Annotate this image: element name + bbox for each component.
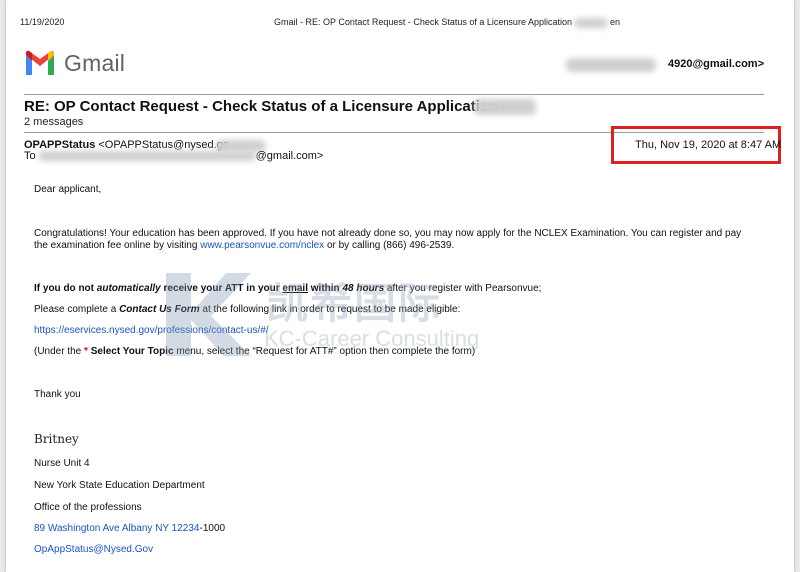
closing-thanks: Thank you (34, 389, 81, 400)
gmail-m-icon (26, 50, 54, 75)
watermark-chinese: 凯希国际 (266, 280, 443, 327)
contact-us-link[interactable]: https://eservices.nysed.gov/professions/… (34, 325, 269, 337)
message-date: Thu, Nov 19, 2020 at 8:47 AM (635, 139, 782, 151)
pearsonvue-link[interactable]: www.pearsonvue.com/nclex (200, 240, 324, 251)
paragraph-att: If you do not automatically receive your… (34, 283, 542, 294)
recipient-email: @gmail.com> (255, 150, 324, 162)
recipient: To @gmail.com> (24, 150, 323, 162)
signature-office: Office of the professions (34, 502, 142, 513)
print-date: 11/19/2020 (20, 17, 65, 27)
signature-unit: Nurse Unit 4 (34, 458, 90, 469)
required-asterisk: * (84, 346, 88, 357)
gmail-wordmark: Gmail (64, 49, 126, 76)
signature-email-link[interactable]: OpAppStatus@Nysed.Gov (34, 544, 153, 556)
paragraph-topic: (Under the * Select Your Topic menu, sel… (34, 346, 476, 357)
gmail-logo: Gmail (24, 49, 125, 77)
paragraph-approval: Congratulations! Your education has been… (34, 228, 742, 251)
print-title: Gmail - RE: OP Contact Request - Check S… (274, 17, 620, 28)
redaction-blur (566, 58, 656, 72)
redaction-blur (37, 151, 256, 162)
redaction-blur (474, 99, 536, 115)
message-count: 2 messages (24, 116, 84, 128)
signature-name: Britney (34, 432, 79, 446)
account-email: 4920@gmail.com> (667, 58, 764, 70)
paragraph-contact-form: Please complete a Contact Us Form at the… (34, 304, 461, 315)
address-link[interactable]: 89 Washington Ave Albany NY 12234 (34, 523, 200, 534)
to-label: To (24, 150, 36, 162)
signature-department: New York State Education Department (34, 480, 205, 491)
greeting: Dear applicant, (34, 184, 102, 195)
thread-subject: RE: OP Contact Request - Check Status of… (24, 98, 499, 115)
header-divider (24, 94, 764, 95)
redaction-blur (573, 17, 608, 28)
printed-email-page: 11/19/2020 Gmail - RE: OP Contact Reques… (6, 0, 794, 572)
signature-address: 89 Washington Ave Albany NY 12234-1000 (34, 523, 226, 534)
